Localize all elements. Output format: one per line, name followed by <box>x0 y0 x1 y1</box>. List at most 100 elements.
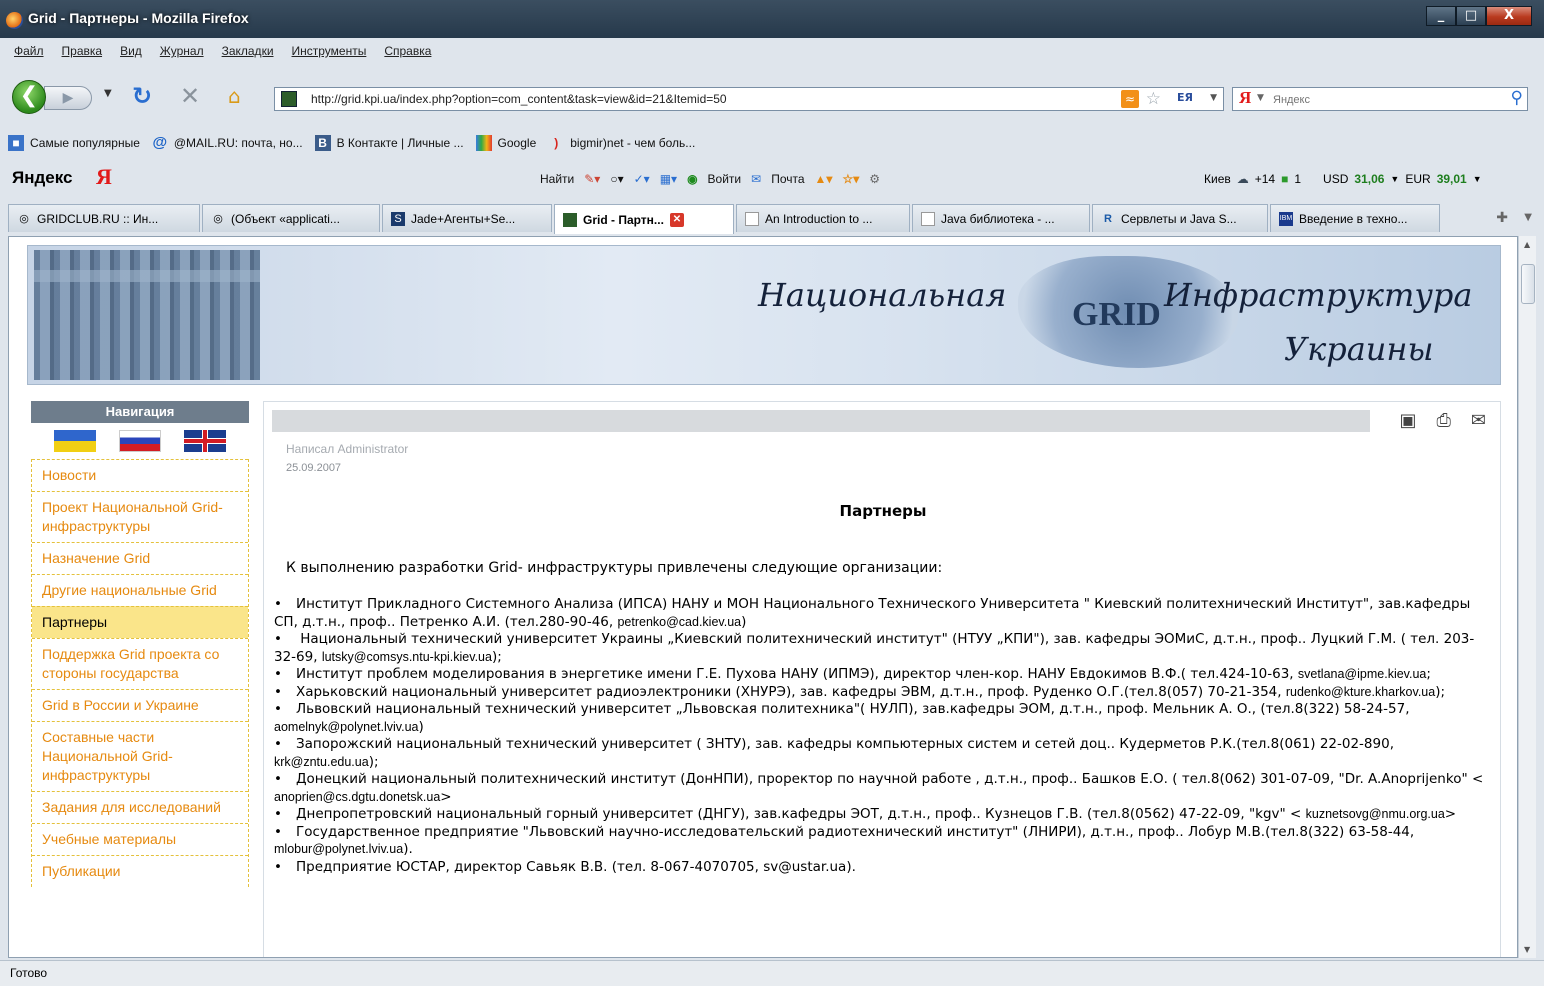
sidebar-item-partners[interactable]: Партнеры <box>32 606 248 638</box>
bookmark-star-icon[interactable]: ☆ <box>1146 89 1161 109</box>
sidebar-item-learning[interactable]: Учебные материалы <box>32 823 248 855</box>
bookmarks-tool-icon[interactable]: ▲▾ <box>815 172 833 186</box>
menu-tools[interactable]: Инструменты <box>292 44 367 66</box>
translate-tool-icon[interactable]: ▦▾ <box>660 172 677 186</box>
bookmark-bigmir[interactable]: ) bigmir)net - чем боль... <box>548 135 695 151</box>
translate-icon[interactable]: EЯ <box>1177 91 1193 104</box>
sidebar-item-publications[interactable]: Публикации <box>32 855 248 887</box>
search-icon[interactable]: ⚲ <box>1511 88 1523 108</box>
ukrainian-flag-icon[interactable] <box>54 430 97 452</box>
stop-icon[interactable]: ✕ <box>180 82 200 110</box>
new-tab-icon[interactable]: ✚ <box>1496 210 1508 226</box>
tab-ibm-intro[interactable]: IBM Введение в техно... <box>1270 204 1440 232</box>
temperature-value[interactable]: +14 <box>1255 172 1275 186</box>
back-button[interactable]: ❮ <box>12 80 46 114</box>
maximize-button[interactable]: □ <box>1456 6 1486 26</box>
sidebar-item-national-project[interactable]: Проект Национальной Grid-инфраструктуры <box>32 491 248 542</box>
rss-icon[interactable]: ≈ <box>1121 90 1139 108</box>
bookmark-popular[interactable]: ■ Самые популярные <box>8 135 140 151</box>
settings-gear-icon[interactable]: ⚙ <box>869 172 880 186</box>
russian-flag-icon[interactable] <box>118 430 161 452</box>
menu-view[interactable]: Вид <box>120 44 142 66</box>
usd-value[interactable]: 31,06 <box>1354 172 1384 186</box>
search-bar[interactable]: Я ▼ ⚲ <box>1232 87 1528 111</box>
city-label[interactable]: Киев <box>1204 172 1231 186</box>
print-icon[interactable]: ⎙ <box>1437 410 1451 431</box>
search-engine-dropdown-icon[interactable]: ▼ <box>1257 93 1264 103</box>
close-button[interactable]: X <box>1486 6 1532 26</box>
email-link[interactable]: krk@zntu.edu.ua <box>274 755 369 769</box>
url-text[interactable]: http://grid.kpi.ua/index.php?option=com_… <box>311 92 727 106</box>
pdf-icon[interactable]: ▣ <box>1399 410 1416 431</box>
tab-close-icon[interactable]: ✕ <box>669 212 684 227</box>
menu-bookmarks[interactable]: Закладки <box>222 44 274 66</box>
sidebar-item-state-support[interactable]: Поддержка Grid проекта со стороны госуда… <box>32 638 248 689</box>
tab-gridclub[interactable]: ◎ GRIDCLUB.RU :: Ин... <box>8 204 200 232</box>
history-dropdown-icon[interactable]: ▼ <box>104 88 112 99</box>
scroll-up-icon[interactable]: ▲ <box>1524 240 1530 249</box>
home-icon[interactable]: ⌂ <box>228 84 241 108</box>
sidebar-item-other-grids[interactable]: Другие национальные Grid <box>32 574 248 606</box>
mail-button[interactable]: Почта <box>771 172 804 186</box>
tools-icon[interactable]: ✎▾ <box>584 172 600 186</box>
email-link[interactable]: petrenko@cad.kiev.ua <box>617 615 741 629</box>
english-flag-icon[interactable] <box>183 430 226 452</box>
title-bar[interactable]: Grid - Партнеры - Mozilla Firefox _ □ X <box>0 0 1544 38</box>
url-dropdown-icon[interactable]: ▼ <box>1210 93 1217 103</box>
tab-introduction[interactable]: An Introduction to ... <box>736 204 910 232</box>
find-button[interactable]: Найти <box>540 172 574 186</box>
tab-java-library[interactable]: Java библиотека - ... <box>912 204 1090 232</box>
email-link[interactable]: lutsky@comsys.ntu-kpi.kiev.ua <box>322 650 492 664</box>
bookmark-vkontakte[interactable]: B В Контакте | Личные ... <box>314 135 464 151</box>
spellcheck-icon[interactable]: ✓▾ <box>634 172 650 186</box>
traffic-value[interactable]: 1 <box>1294 172 1301 186</box>
page-viewport[interactable]: Национальная GRID Инфраструктура Украины… <box>8 236 1518 958</box>
chat-icon[interactable]: ○▾ <box>610 172 623 186</box>
email-icon[interactable]: ✉ <box>1471 410 1486 431</box>
eur-dropdown-icon[interactable]: ▼ <box>1473 174 1482 184</box>
sidebar-item-components[interactable]: Составные части Национальной Grid-инфрас… <box>32 721 248 791</box>
sidebar-item-research-tasks[interactable]: Задания для исследований <box>32 791 248 823</box>
email-link[interactable]: aomelnyk@polynet.lviv.ua <box>274 720 418 734</box>
tab-application-object[interactable]: ◎ (Объект «applicati... <box>202 204 380 232</box>
scroll-down-icon[interactable]: ▼ <box>1524 945 1530 954</box>
yandex-search-logo[interactable]: Я <box>1239 88 1251 108</box>
forward-button[interactable]: ▶ <box>44 86 92 110</box>
menu-edit[interactable]: Правка <box>62 44 103 66</box>
sidebar-item-purpose[interactable]: Назначение Grid <box>32 542 248 574</box>
reload-icon[interactable]: ↻ <box>132 82 152 110</box>
login-icon[interactable]: ◉ <box>687 172 697 186</box>
sidebar-title: Навигация <box>31 401 249 423</box>
login-button[interactable]: Войти <box>708 172 742 186</box>
list-item: • Днепропетровский национальный горный ун… <box>274 806 1457 822</box>
menu-help[interactable]: Справка <box>384 44 431 66</box>
header-line-2: Инфраструктура <box>1164 276 1473 314</box>
usd-dropdown-icon[interactable]: ▼ <box>1390 174 1399 184</box>
url-bar[interactable]: http://grid.kpi.ua/index.php?option=com_… <box>274 87 1224 111</box>
email-link[interactable]: anoprien@cs.dgtu.donetsk.ua <box>274 790 440 804</box>
scrollbar-thumb[interactable] <box>1521 264 1535 304</box>
email-link[interactable]: kuznetsovg@nmu.org.ua <box>1306 807 1445 821</box>
menu-file[interactable]: Файл <box>14 44 44 66</box>
mail-icon[interactable]: ✉ <box>751 172 761 186</box>
yandex-logo[interactable]: Я <box>96 164 112 190</box>
bookmark-google[interactable]: Google <box>475 135 536 151</box>
tab-grid-partners[interactable]: Grid - Партн... ✕ <box>554 204 734 234</box>
sidebar-item-news[interactable]: Новости <box>32 459 248 491</box>
minimize-button[interactable]: _ <box>1426 6 1456 26</box>
yandex-brand[interactable]: Яндекс <box>12 168 72 188</box>
email-link[interactable]: mlobur@polynet.lviv.ua <box>274 842 403 856</box>
vertical-scrollbar[interactable]: ▲ ▼ <box>1518 236 1536 958</box>
bookmark-mailru[interactable]: @ @MAIL.RU: почта, но... <box>152 135 303 151</box>
menu-history[interactable]: Журнал <box>160 44 204 66</box>
email-link[interactable]: rudenko@kture.kharkov.ua <box>1286 685 1435 699</box>
tab-jade-agents[interactable]: S Jade+Агенты+Se... <box>382 204 552 232</box>
list-item: • Институт Прикладного Системного Анализа… <box>274 596 1471 630</box>
eur-value[interactable]: 39,01 <box>1437 172 1467 186</box>
search-input[interactable] <box>1273 91 1493 108</box>
favorites-icon[interactable]: ☆▾ <box>842 172 859 186</box>
sidebar-item-russia-ukraine[interactable]: Grid в России и Украине <box>32 689 248 721</box>
tab-servlets[interactable]: R Сервлеты и Java S... <box>1092 204 1268 232</box>
all-tabs-dropdown-icon[interactable]: ▼ <box>1524 212 1532 223</box>
email-link[interactable]: svetlana@ipme.kiev.ua <box>1298 667 1427 681</box>
